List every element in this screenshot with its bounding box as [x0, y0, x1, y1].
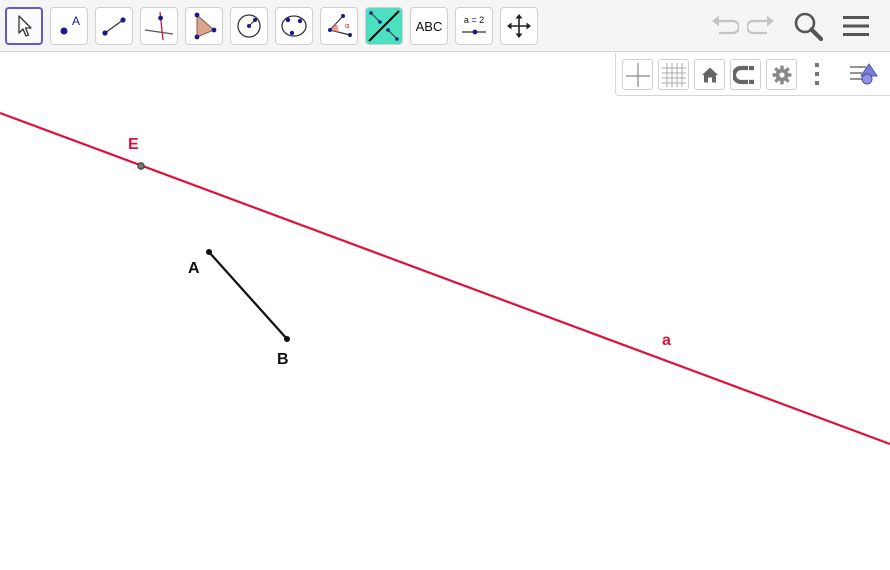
redo-button[interactable] [744, 8, 780, 44]
axes-icon [625, 62, 650, 87]
label-e: E [128, 136, 139, 153]
grid-icon [661, 62, 686, 87]
circle-center-icon [237, 14, 261, 38]
label-line-a: a [662, 332, 671, 349]
graphics-settings-button[interactable] [766, 59, 797, 90]
point-capturing-button[interactable] [730, 59, 761, 90]
slider-tool-button[interactable]: a = 2 [455, 7, 493, 45]
search-icon [794, 12, 824, 42]
toggle-axes-button[interactable] [622, 59, 653, 90]
redo-icon [747, 15, 774, 35]
polygon-tool-button[interactable] [185, 7, 223, 45]
more-vertical-icon [815, 63, 819, 85]
point-e[interactable] [137, 162, 145, 170]
label-a: A [188, 260, 200, 277]
more-options-button[interactable] [809, 60, 825, 90]
label-b: B [277, 351, 289, 368]
reflect-line-icon [368, 10, 400, 42]
angle-icon: α [328, 14, 352, 37]
gear-icon [772, 65, 791, 84]
circle-three-points-icon [281, 15, 307, 37]
segment-icon [102, 17, 126, 36]
point-b[interactable] [284, 336, 290, 342]
toggle-grid-button[interactable] [658, 59, 689, 90]
magnet-icon [732, 65, 754, 84]
segment-ab[interactable] [208, 251, 288, 340]
point-tool-button[interactable]: A [50, 7, 88, 45]
undo-button[interactable] [706, 8, 742, 44]
circle-center-point-tool-button[interactable] [230, 7, 268, 45]
arrow-cursor-icon [18, 15, 32, 37]
polygon-icon [194, 12, 217, 40]
move-graphics-view-tool-button[interactable] [500, 7, 538, 45]
angle-tool-button[interactable]: α [320, 7, 358, 45]
menu-button[interactable] [838, 8, 874, 44]
move-tool-button[interactable] [5, 7, 43, 45]
svg-text:α: α [345, 22, 350, 30]
home-icon [701, 67, 718, 82]
undo-icon [712, 15, 739, 35]
circle-three-points-tool-button[interactable] [275, 7, 313, 45]
menu-icon [843, 16, 869, 36]
reflect-about-line-tool-button[interactable] [365, 7, 403, 45]
search-button[interactable] [790, 8, 826, 44]
perpendicular-line-icon [144, 11, 174, 41]
point-icon: A [60, 14, 80, 35]
slider-label: a = 2 [463, 15, 485, 25]
graphics-style-bar [615, 53, 890, 96]
svg-text:A: A [72, 14, 80, 28]
standard-view-button[interactable] [694, 59, 725, 90]
perpendicular-line-tool-button[interactable] [140, 7, 178, 45]
toolbar: A α ABC a = 2 [0, 0, 890, 52]
point-a[interactable] [206, 249, 212, 255]
line-a[interactable] [0, 111, 890, 446]
style-toggle-icon [850, 63, 878, 85]
segment-tool-button[interactable] [95, 7, 133, 45]
text-tool-button[interactable]: ABC [410, 7, 448, 45]
text-icon: ABC [415, 18, 443, 34]
toggle-style-bar-button[interactable] [848, 59, 886, 89]
move-arrows-icon [507, 14, 531, 38]
